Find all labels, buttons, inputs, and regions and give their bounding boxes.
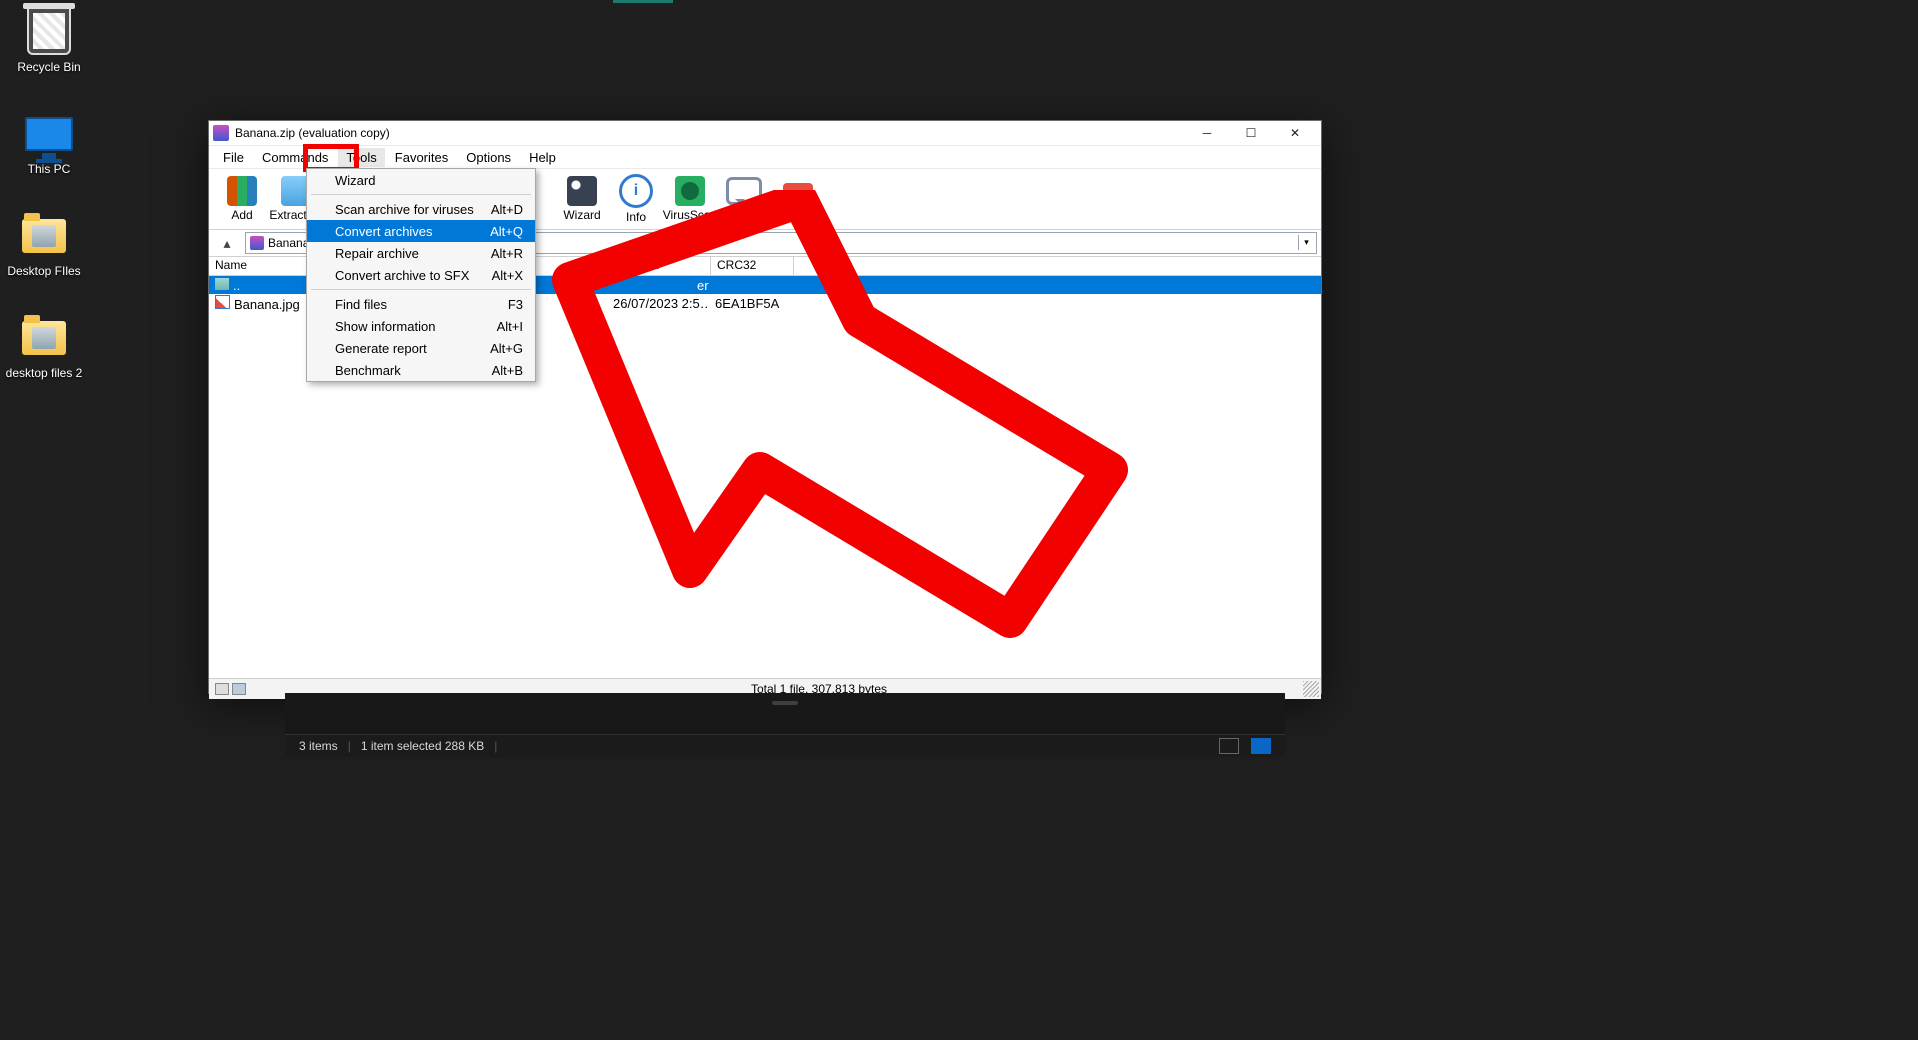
menu-item-show-info[interactable]: Show informationAlt+I	[307, 315, 535, 337]
folder-icon	[215, 278, 229, 290]
explorer-statusbar: 3 items | 1 item selected 288 KB |	[285, 734, 1285, 757]
menu-item-convert-archives[interactable]: Convert archivesAlt+Q	[307, 220, 535, 242]
status-icon	[232, 683, 246, 695]
menu-separator	[311, 289, 531, 290]
menu-help[interactable]: Help	[521, 148, 564, 167]
desktop: Recycle Bin This PC Desktop FIles deskto…	[0, 0, 1918, 1040]
explorer-strip: 3 items | 1 item selected 288 KB |	[285, 693, 1285, 757]
explorer-item-count: 3 items	[299, 739, 338, 753]
archive-icon	[250, 236, 264, 250]
drag-handle-icon[interactable]	[772, 701, 798, 705]
menu-options[interactable]: Options	[458, 148, 519, 167]
view-details-button[interactable]	[1219, 738, 1239, 754]
app-icon	[213, 125, 229, 141]
desktop-files-2-icon[interactable]: desktop files 2	[4, 314, 84, 380]
window-title: Banana.zip (evaluation copy)	[235, 126, 1185, 140]
this-pc-icon[interactable]: This PC	[9, 110, 89, 176]
top-accent-bar	[613, 0, 673, 3]
menu-separator	[311, 194, 531, 195]
chevron-down-icon[interactable]: ▾	[1298, 235, 1314, 250]
toolbar-add[interactable]: Add	[215, 170, 269, 228]
explorer-selection: 1 item selected 288 KB	[361, 739, 484, 753]
resize-grip-icon[interactable]	[1303, 681, 1319, 697]
recycle-bin-label: Recycle Bin	[9, 60, 89, 74]
menu-item-generate-report[interactable]: Generate reportAlt+G	[307, 337, 535, 359]
close-button[interactable]: ✕	[1273, 121, 1317, 145]
this-pc-label: This PC	[9, 162, 89, 176]
menu-item-find-files[interactable]: Find filesF3	[307, 293, 535, 315]
desktop-files-icon[interactable]: Desktop FIles	[4, 212, 84, 278]
titlebar[interactable]: Banana.zip (evaluation copy) ─ ☐ ✕	[209, 121, 1321, 146]
recycle-bin-icon[interactable]: Recycle Bin	[9, 8, 89, 74]
maximize-button[interactable]: ☐	[1229, 121, 1273, 145]
menu-item-wizard[interactable]: Wizard	[307, 169, 535, 191]
desktop-files-2-label: desktop files 2	[4, 366, 84, 380]
up-button[interactable]: ▴	[213, 233, 241, 253]
menu-item-convert-sfx[interactable]: Convert archive to SFXAlt+X	[307, 264, 535, 286]
image-icon	[215, 295, 230, 309]
menu-item-repair-archive[interactable]: Repair archiveAlt+R	[307, 242, 535, 264]
view-large-button[interactable]	[1251, 738, 1271, 754]
tools-menu: Wizard Scan archive for virusesAlt+D Con…	[306, 168, 536, 382]
minimize-button[interactable]: ─	[1185, 121, 1229, 145]
menu-item-benchmark[interactable]: BenchmarkAlt+B	[307, 359, 535, 381]
status-icon	[215, 683, 229, 695]
books-icon	[227, 176, 257, 206]
annotation-arrow	[540, 190, 1160, 673]
menu-favorites[interactable]: Favorites	[387, 148, 456, 167]
menubar: File Commands Tools Favorites Options He…	[209, 146, 1321, 169]
menu-item-scan-viruses[interactable]: Scan archive for virusesAlt+D	[307, 198, 535, 220]
desktop-files-label: Desktop FIles	[4, 264, 84, 278]
menu-file[interactable]: File	[215, 148, 252, 167]
